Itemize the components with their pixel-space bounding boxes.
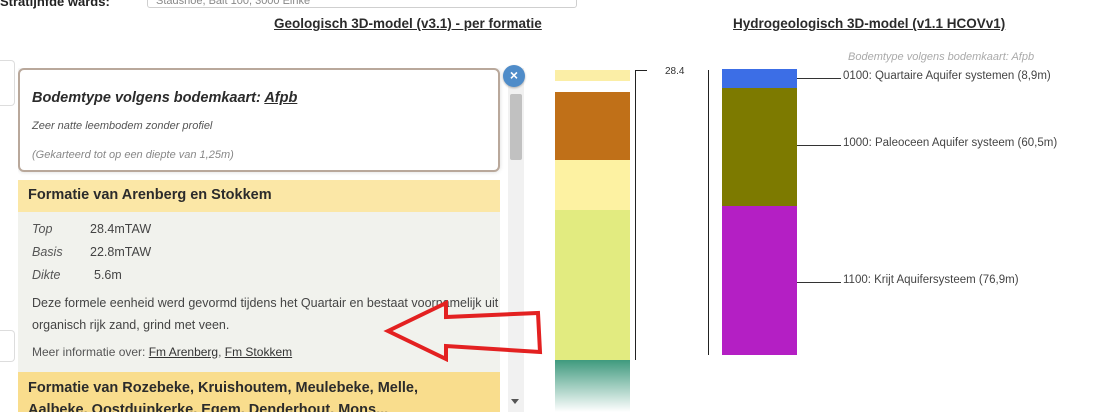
leader-line	[797, 145, 841, 146]
soil-type-prefix: Bodemtype volgens bodemkaart:	[32, 90, 261, 106]
formation-top-row: Top 28.4mTAW	[32, 222, 151, 236]
address-field[interactable]: Stadshoe, Balt 100, 3000 Einke	[147, 0, 577, 8]
soil-type-title: Bodemtype volgens bodemkaart: Afpb	[32, 90, 297, 106]
formation-card-2[interactable]: Formatie van Rozebeke, Kruishoutem, Meul…	[18, 372, 500, 412]
hydro-layer-paleoceen[interactable]	[722, 88, 797, 206]
hydro-label-paleoceen-text: 1000: Paleoceen Aquifer systeem (60,5m)	[843, 137, 1058, 149]
link-fm-arenberg[interactable]: Fm Arenberg	[149, 345, 218, 359]
top-address-bar: Stratijnfde wards: Stadshoe, Balt 100, 3…	[0, 0, 1103, 12]
geo-layer-1[interactable]	[555, 70, 630, 81]
geo-layer-5[interactable]	[555, 360, 630, 412]
soil-type-code-link[interactable]: Afpb	[264, 90, 297, 106]
address-label: Stratijnfde wards:	[0, 0, 110, 9]
geo-layer-2[interactable]	[555, 92, 630, 160]
top-label: Top	[32, 222, 53, 236]
hydro-depth-axis	[708, 70, 711, 355]
geo-axis-line	[635, 70, 636, 360]
hydro-label-quartair-text: 0100: Quartaire Aquifer systemen (8,9m)	[843, 70, 1051, 82]
formation-2-title-cut: Aalbeke, Oostduinkerke, Egem, Denderhout…	[28, 402, 389, 412]
hydro-soil-subtitle: Bodemtype volgens bodemkaart: Afpb	[848, 51, 1035, 63]
geo-model-title[interactable]: Geologisch 3D-model (v3.1) - per formati…	[274, 16, 542, 31]
hydro-layer-krijt[interactable]	[722, 206, 797, 355]
geo-layer-3[interactable]	[555, 160, 630, 210]
more-info-prefix: Meer informatie over:	[32, 345, 146, 359]
geo-layer-4[interactable]	[555, 210, 630, 360]
formation-2-title: Formatie van Rozebeke, Kruishoutem, Meul…	[28, 380, 418, 396]
hydro-model-title[interactable]: Hydrogeologisch 3D-model (v1.1 HCOVv1)	[733, 16, 1005, 31]
link-fm-stokkem[interactable]: Fm Stokkem	[225, 345, 292, 359]
dikte-label: Dikte	[32, 268, 61, 282]
scrollbar-thumb[interactable]	[510, 94, 522, 160]
formation-dikte-row: Dikte 5.6m	[32, 268, 122, 282]
geo-column	[555, 70, 630, 412]
red-annotation-arrow-icon	[383, 300, 543, 362]
formation-basis-row: Basis 22.8mTAW	[32, 245, 151, 259]
formation-header[interactable]: Formatie van Arenberg en Stokkem	[18, 180, 500, 212]
geo-top-depth-label: 28.4	[665, 66, 685, 77]
hydro-label-krijt-text: 1100: Krijt Aquifersysteem (76,9m)	[843, 274, 1019, 286]
geo-axis-tick	[635, 70, 647, 71]
basis-value: 22.8mTAW	[90, 245, 152, 259]
top-value: 28.4mTAW	[90, 222, 152, 236]
basis-label: Basis	[32, 245, 63, 259]
geo-depth-axis	[635, 70, 647, 360]
leader-line	[797, 282, 841, 283]
side-panel-edge	[0, 60, 15, 106]
side-panel-edge-lower	[0, 330, 15, 362]
dikte-value: 5.6m	[94, 268, 122, 282]
formation-more-info: Meer informatie over: Fm Arenberg, Fm St…	[32, 345, 293, 359]
soil-type-card: Bodemtype volgens bodemkaart: Afpb Zeer …	[18, 68, 500, 172]
scroll-down-arrow-icon[interactable]	[511, 399, 519, 404]
close-icon[interactable]: ×	[503, 65, 525, 87]
soil-type-note: (Gekarteerd tot op een diepte van 1,25m)	[32, 149, 234, 161]
soil-type-description: Zeer natte leembodem zonder profiel	[32, 120, 213, 132]
formation-title: Formatie van Arenberg en Stokkem	[28, 187, 272, 203]
hydro-layer-quartair[interactable]	[722, 69, 797, 88]
leader-line	[797, 78, 841, 79]
